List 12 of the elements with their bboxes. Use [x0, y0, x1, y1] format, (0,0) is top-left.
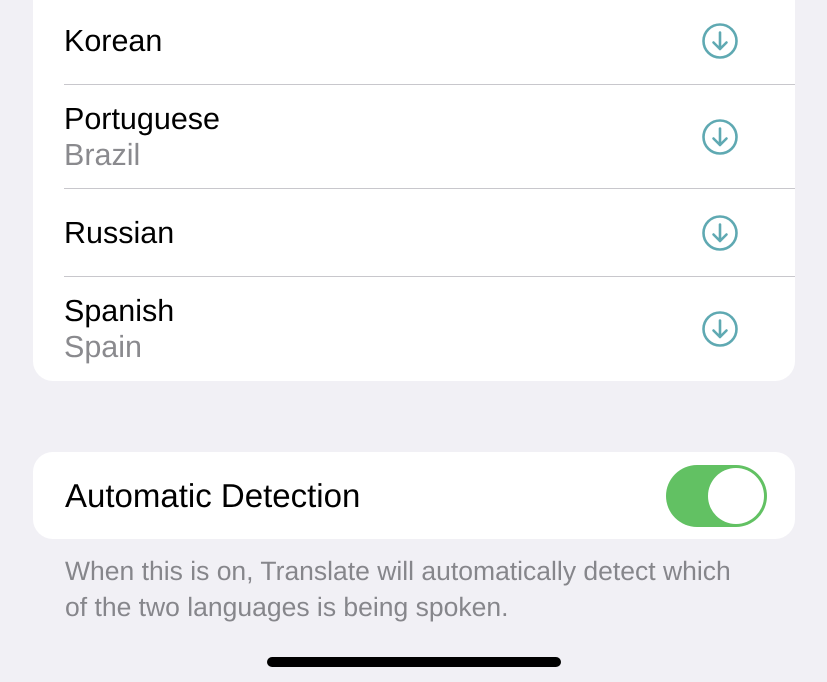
download-icon[interactable]	[702, 311, 738, 347]
setting-description: When this is on, Translate will automatically detect which of the two languages is being spoken.	[65, 555, 732, 624]
language-name: Spanish	[64, 293, 174, 329]
language-name: Russian	[64, 214, 174, 250]
language-name: Portuguese	[64, 100, 220, 136]
download-icon[interactable]	[702, 214, 738, 250]
download-icon[interactable]	[702, 118, 738, 154]
download-icon[interactable]	[702, 22, 738, 58]
language-region: Spain	[64, 329, 144, 365]
setting-label: Automatic Detection	[65, 476, 360, 514]
language-region: Brazil	[64, 136, 142, 172]
language-name: Korean	[64, 22, 162, 58]
